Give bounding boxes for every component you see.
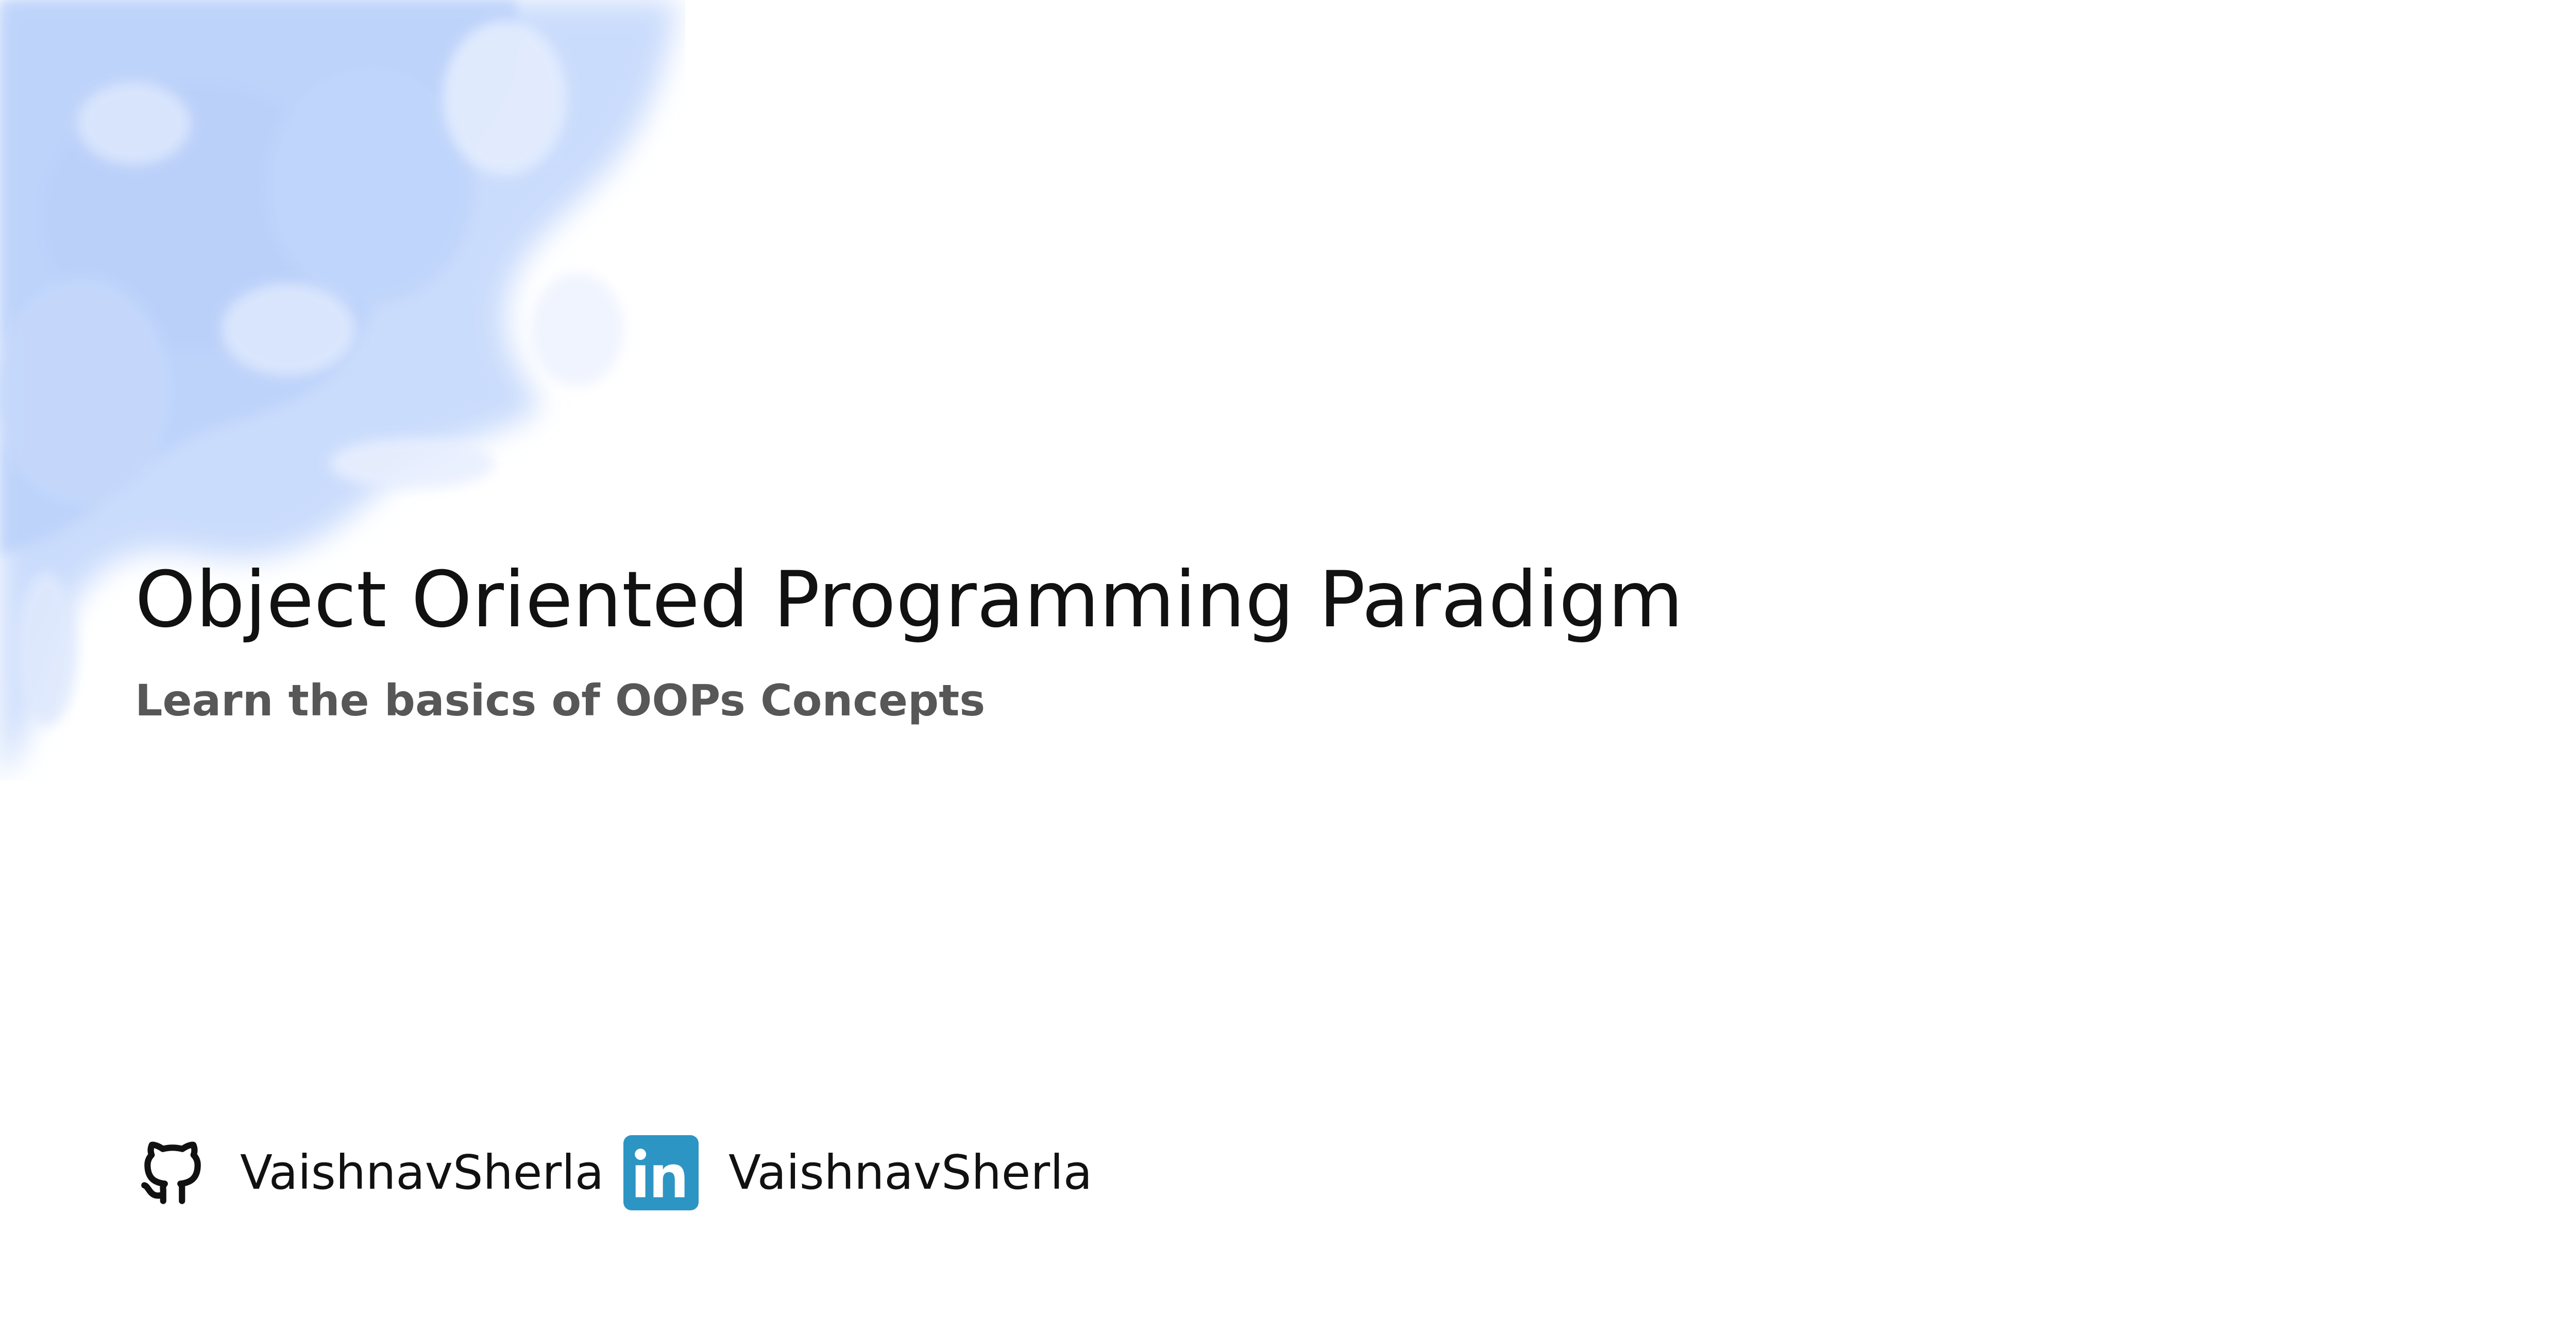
linkedin-username: VaishnavSherla [728,1145,1093,1200]
github-username: VaishnavSherla [240,1145,604,1200]
page-title: Object Oriented Programming Paradigm [135,555,1684,645]
linkedin-icon [623,1135,699,1210]
smoke-decoration [0,0,677,780]
github-icon [141,1141,201,1204]
linkedin-link[interactable]: VaishnavSherla [623,1134,1092,1211]
github-link[interactable]: VaishnavSherla [135,1134,604,1211]
page-subtitle: Learn the basics of OOPs Concepts [135,675,986,726]
